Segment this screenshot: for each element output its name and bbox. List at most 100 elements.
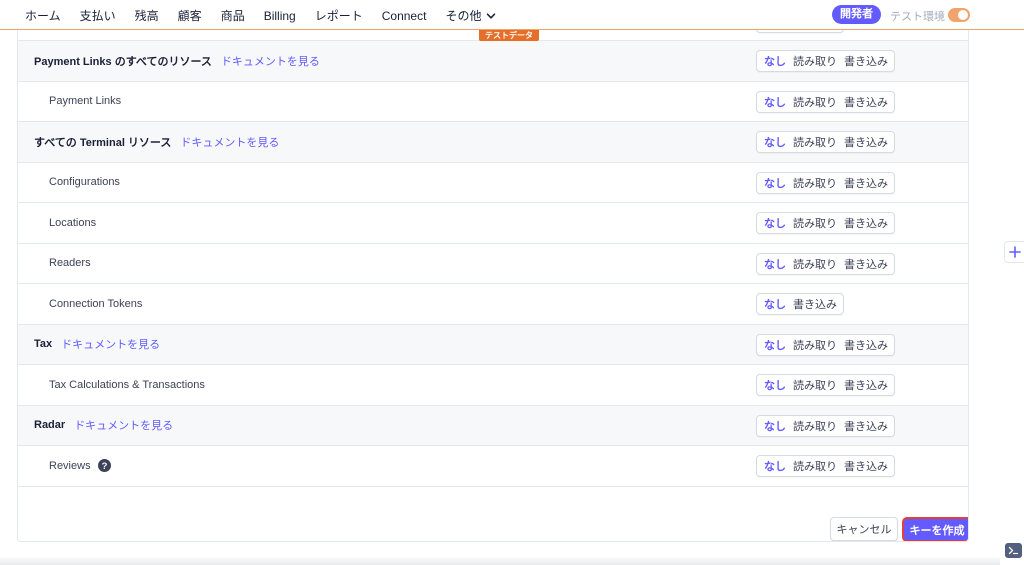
permission-option[interactable]: 読み取り — [793, 215, 837, 231]
nav-billing[interactable]: Billing — [264, 9, 296, 23]
permission-label: Tax Calculations & Transactions — [49, 379, 205, 391]
permission-segmented-control: なし 読み取り 書き込み — [756, 414, 895, 437]
permission-row: Configurations なし 読み取り 書き込み — [18, 163, 968, 203]
add-panel-button[interactable] — [1004, 241, 1024, 263]
permission-option[interactable]: 書き込み — [793, 296, 837, 312]
permission-option[interactable]: なし — [764, 377, 786, 393]
permission-label: Tax ドキュメントを見る — [34, 336, 160, 352]
permission-option[interactable]: 書き込み — [844, 418, 888, 434]
permission-label-text: Locations — [49, 216, 97, 229]
permission-segmented-control: なし 読み取り 書き込み — [756, 455, 895, 477]
permission-segmented-control: なし書き込み — [756, 293, 844, 315]
permission-row: Connection Tokens なし 書き込み — [18, 284, 968, 325]
nav-products[interactable]: 商品 — [221, 7, 245, 24]
nav-reports[interactable]: レポート — [315, 7, 363, 24]
permission-option[interactable]: 読み取り — [793, 418, 837, 434]
nav-customers[interactable]: 顧客 — [178, 7, 202, 24]
nav-items: ホーム 支払い 残高 顧客 商品 Billing レポート Connect その… — [25, 7, 515, 24]
permission-segmented-control: なし 読み取り 書き込み — [756, 374, 895, 396]
permission-option[interactable]: 書き込み — [844, 94, 888, 110]
permission-option[interactable]: なし — [764, 337, 786, 353]
test-env-label: テスト環境 — [890, 11, 945, 23]
permission-segmented-control: なし 読み取り 書き込み — [756, 131, 895, 153]
nav-home[interactable]: ホーム — [25, 7, 61, 24]
permission-option[interactable]: 読み取り — [793, 175, 837, 191]
permission-group-row: すべての Terminal リソース ドキュメントを見る なし 読み取り 書き込み — [18, 122, 968, 163]
permission-row: Reviews? なし 読み取り 書き込み — [18, 446, 968, 487]
test-data-badge: テストデータ — [479, 30, 539, 41]
developer-badge[interactable]: 開発者 — [832, 5, 881, 24]
permission-option[interactable]: なし — [764, 296, 786, 312]
permission-option[interactable]: 読み取り — [793, 337, 837, 353]
permission-option[interactable]: 読み取り — [793, 458, 837, 474]
view-docs-link[interactable]: ドキュメントを見る — [221, 53, 320, 69]
plus-icon — [1008, 246, 1021, 258]
permission-option[interactable]: 書き込み — [844, 215, 888, 231]
permission-label-text: Tax Calculations & Transactions — [49, 378, 205, 391]
permission-group-row: Radar ドキュメントを見る なし 読み取り 書き込み — [18, 405, 968, 446]
nav-more-label: その他 — [445, 9, 482, 23]
terminal-icon — [1008, 546, 1019, 555]
permission-option[interactable]: 読み取り — [793, 377, 837, 393]
permission-label: Connection Tokens — [49, 298, 142, 310]
page-bottom-edge — [0, 556, 1000, 565]
permission-option[interactable]: 読み取り — [793, 53, 837, 69]
permission-segmented-control: なし 読み取り 書き込み — [756, 50, 895, 72]
permission-group-row: Payment Links のすべてのリソース ドキュメントを見る なし 読み取り 書き… — [18, 41, 968, 82]
nav-payments[interactable]: 支払い — [80, 7, 116, 24]
permission-option[interactable]: なし — [764, 215, 786, 231]
permission-segmented-control: なし 読み取り 書き込み — [756, 90, 895, 113]
permission-label: Payment Links のすべてのリソース ドキュメントを見る — [34, 53, 320, 69]
permission-label: すべての Terminal リソース ドキュメントを見る — [34, 134, 279, 150]
terminal-button[interactable] — [1005, 543, 1022, 558]
permission-label-text: Payment Links のすべてのリソース — [34, 55, 212, 68]
permission-option[interactable]: なし — [764, 53, 786, 69]
nav-connect[interactable]: Connect — [382, 9, 427, 23]
permission-option[interactable]: なし — [764, 256, 786, 272]
permission-label: Locations — [49, 217, 96, 229]
permission-label-text: Payment Links — [49, 95, 122, 108]
view-docs-link[interactable]: ドキュメントを見る — [180, 134, 279, 150]
permission-option[interactable]: 書き込み — [844, 256, 888, 272]
permission-option[interactable]: 書き込み — [844, 134, 888, 150]
permission-label-text: Reviews — [49, 459, 91, 472]
permission-option[interactable]: 読み取り — [793, 94, 837, 110]
permission-option[interactable]: なし — [764, 418, 786, 434]
permission-segmented-control: なし 読み取り 書き込み — [756, 333, 895, 356]
permission-label-text: Tax — [34, 338, 53, 351]
permission-label: Radar ドキュメントを見る — [34, 417, 173, 433]
permission-group-row: Tax ドキュメントを見る なし 読み取り 書き込み — [18, 324, 968, 365]
permission-option[interactable]: なし — [764, 175, 786, 191]
permission-row: Locations なし 読み取り 書き込み — [18, 203, 968, 244]
permission-label: Reviews? — [49, 459, 111, 473]
nav-more[interactable]: その他 — [445, 7, 496, 24]
help-icon[interactable]: ? — [97, 459, 111, 473]
permission-row: Readers なし 読み取り 書き込み — [18, 244, 968, 284]
permission-option[interactable]: なし — [764, 134, 786, 150]
permission-row: Tax Calculations & Transactions なし 読み取り 書き込… — [18, 365, 968, 406]
permission-option[interactable]: 読み取り — [793, 256, 837, 272]
cancel-button[interactable]: キャンセル — [830, 517, 898, 541]
create-key-button[interactable]: キーを作成 — [902, 517, 968, 541]
permission-option[interactable]: 書き込み — [844, 458, 888, 474]
permissions-panel: Debugging toolsなし書き込みPayment Links のすべての… — [17, 10, 969, 542]
permission-option[interactable]: なし — [764, 458, 786, 474]
permission-option[interactable]: なし — [764, 94, 786, 110]
permission-option[interactable]: 読み取り — [793, 134, 837, 150]
permission-option[interactable]: 書き込み — [844, 337, 888, 353]
view-docs-link[interactable]: ドキュメントを見る — [61, 336, 160, 352]
permission-option[interactable]: 書き込み — [844, 175, 888, 191]
permission-row: Payment Links なし 読み取り 書き込み — [18, 82, 968, 122]
permission-label: Payment Links — [49, 95, 121, 107]
permission-segmented-control: なし 読み取り 書き込み — [756, 171, 895, 194]
permission-label-text: Readers — [49, 257, 91, 270]
chevron-down-icon — [487, 12, 496, 19]
permission-option[interactable]: 書き込み — [844, 53, 888, 69]
permission-label-text: すべての Terminal リソース — [34, 136, 172, 149]
top-navigation: ホーム 支払い 残高 顧客 商品 Billing レポート Connect その… — [0, 0, 1024, 30]
permission-option[interactable]: 書き込み — [844, 377, 888, 393]
nav-balances[interactable]: 残高 — [135, 7, 159, 24]
test-mode-toggle[interactable] — [948, 8, 970, 22]
view-docs-link[interactable]: ドキュメントを見る — [74, 417, 173, 433]
permission-label-text: Connection Tokens — [49, 297, 143, 310]
